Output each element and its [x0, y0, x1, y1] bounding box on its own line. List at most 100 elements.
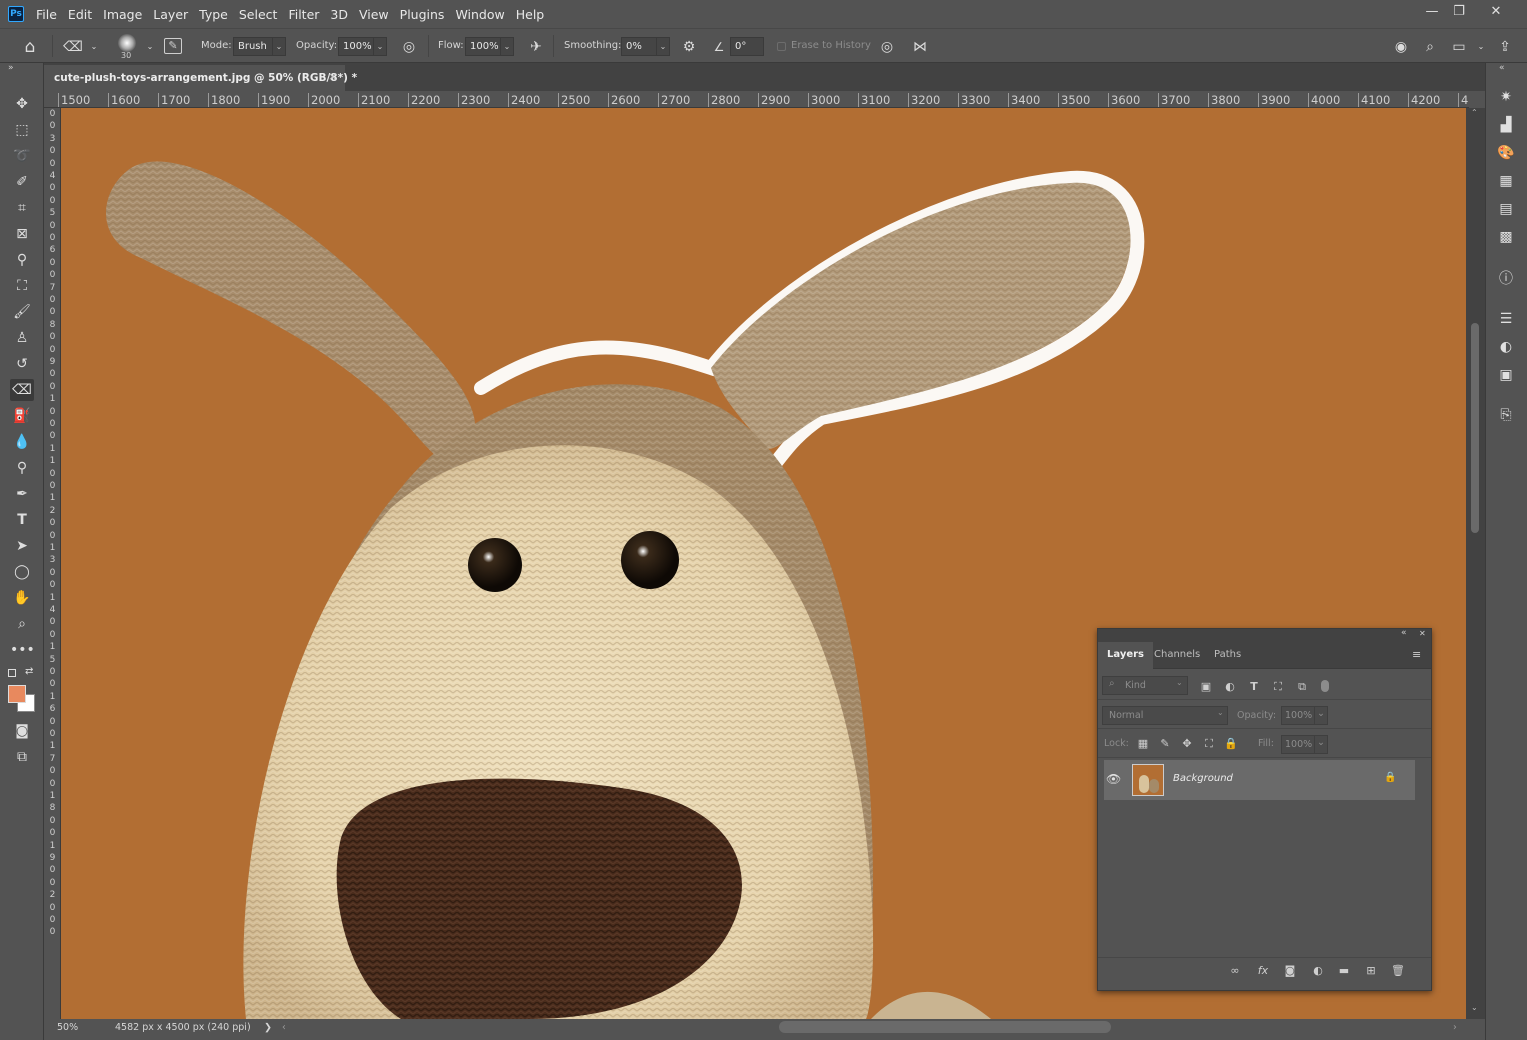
histogram-icon[interactable]: ▟ — [1495, 114, 1517, 136]
chevron-down-icon[interactable]: ⌄ — [84, 37, 104, 57]
maximize-button[interactable]: ❐ — [1444, 0, 1474, 22]
workspace-icon[interactable]: ▭ — [1449, 37, 1469, 57]
crop-tool-icon[interactable]: ⌗ — [10, 197, 34, 219]
minimize-button[interactable]: — — [1417, 0, 1447, 22]
menu-file[interactable]: File — [36, 7, 57, 22]
quick-select-tool-icon[interactable]: ✐ — [10, 171, 34, 193]
lock-image-icon[interactable]: ✎ — [1157, 736, 1173, 752]
history-brush-tool-icon[interactable]: ↺ — [10, 353, 34, 375]
lasso-tool-icon[interactable]: ➰ — [10, 145, 34, 167]
smoothing-input[interactable]: 0% — [621, 37, 657, 56]
scroll-left-icon[interactable]: ‹ — [282, 1022, 286, 1033]
hand-tool-icon[interactable]: ✋ — [10, 587, 34, 609]
history-icon[interactable]: ⎘ — [1495, 404, 1517, 426]
close-panel-icon[interactable]: ✕ — [1419, 629, 1426, 638]
filter-adjustment-icon[interactable]: ◐ — [1222, 679, 1238, 695]
learn-icon[interactable]: ✷ — [1495, 86, 1517, 108]
chevron-down-icon[interactable]: ⌄ — [272, 37, 286, 56]
expand-toolbar-icon[interactable]: » — [8, 63, 14, 73]
menu-view[interactable]: View — [359, 7, 389, 22]
menu-plugins[interactable]: Plugins — [400, 7, 445, 22]
trash-icon[interactable]: 🗑 — [1390, 963, 1406, 979]
menu-select[interactable]: Select — [239, 7, 278, 22]
quick-mask-icon[interactable]: ◙ — [10, 720, 34, 742]
layer-fill-input[interactable]: 100% — [1281, 735, 1315, 754]
chevron-down-icon[interactable]: ⌄ — [1314, 706, 1328, 725]
filter-smart-object-icon[interactable]: ⧉ — [1294, 679, 1310, 695]
fx-icon[interactable]: fx — [1255, 963, 1271, 979]
menu-filter[interactable]: Filter — [288, 7, 319, 22]
opacity-input[interactable]: 100% — [338, 37, 374, 56]
color-icon[interactable]: 🎨 — [1495, 142, 1517, 164]
airbrush-icon[interactable]: ✈ — [526, 37, 546, 57]
lock-transparent-icon[interactable]: ▦ — [1135, 736, 1151, 752]
patterns-icon[interactable]: ▩ — [1495, 226, 1517, 248]
chevron-down-icon[interactable]: ⌄ — [1314, 735, 1328, 754]
foreground-color-swatch[interactable] — [8, 685, 26, 703]
swatches-icon[interactable]: ▦ — [1495, 170, 1517, 192]
scroll-down-icon[interactable]: ⌄ — [1471, 1003, 1478, 1012]
pressure-size-icon[interactable]: ◎ — [877, 37, 897, 57]
layer-name[interactable]: Background — [1173, 773, 1233, 784]
eraser-preset-icon[interactable]: ⌫ — [63, 37, 83, 57]
search-icon[interactable]: ⌕ — [1420, 37, 1440, 57]
menu-3d[interactable]: 3D — [330, 7, 348, 22]
lock-icon[interactable]: 🔒 — [1384, 772, 1396, 783]
eye-icon[interactable]: 👁 — [1106, 772, 1121, 786]
marquee-tool-icon[interactable]: ⬚ — [10, 119, 34, 141]
chevron-down-icon[interactable]: ⌄ — [500, 37, 514, 56]
menu-layer[interactable]: Layer — [153, 7, 188, 22]
eyedropper-tool-icon[interactable]: ⚲ — [10, 249, 34, 271]
new-layer-icon[interactable]: ⊞ — [1363, 963, 1379, 979]
mode-select[interactable]: Brush — [233, 37, 273, 56]
layer-opacity-input[interactable]: 100% — [1281, 706, 1315, 725]
dodge-tool-icon[interactable]: ⚲ — [10, 457, 34, 479]
swap-colors-icon[interactable]: ⇄ — [25, 666, 33, 677]
lock-position-icon[interactable]: ✥ — [1179, 736, 1195, 752]
lock-all-icon[interactable]: 🔒 — [1223, 736, 1239, 752]
zoom-level[interactable]: 50% — [57, 1022, 78, 1033]
erase-history-checkbox[interactable] — [777, 42, 786, 51]
collapse-panel-icon[interactable]: « — [1401, 628, 1407, 638]
more-tools-icon[interactable]: ••• — [10, 639, 35, 661]
collapse-dock-icon[interactable]: « — [1499, 63, 1505, 73]
chevron-down-icon[interactable]: ⌄ — [140, 37, 160, 57]
default-colors-icon[interactable] — [8, 669, 16, 677]
symmetry-icon[interactable]: ⋈ — [910, 37, 930, 57]
gradients-icon[interactable]: ▤ — [1495, 198, 1517, 220]
zoom-tool-icon[interactable]: ⌕ — [10, 613, 34, 635]
libraries-icon[interactable]: ▣ — [1495, 364, 1517, 386]
spot-healing-tool-icon[interactable]: ⛶ — [10, 275, 34, 297]
chevron-down-icon[interactable]: ⌄ — [373, 37, 387, 56]
paint-bucket-tool-icon[interactable]: ⛽ — [10, 405, 34, 427]
path-select-tool-icon[interactable]: ➤ — [10, 535, 34, 557]
menu-image[interactable]: Image — [103, 7, 142, 22]
layers-panel-header[interactable]: « ✕ — [1098, 628, 1431, 642]
close-window-button[interactable]: ✕ — [1481, 0, 1511, 22]
scroll-up-icon[interactable]: ⌃ — [1471, 108, 1478, 117]
chevron-down-icon[interactable]: ⌄ — [656, 37, 670, 56]
properties-icon[interactable]: ☰ — [1495, 308, 1517, 330]
document-tab[interactable]: cute-plush-toys-arrangement.jpg @ 50% (R… — [44, 65, 357, 91]
type-tool-icon[interactable]: T — [10, 509, 34, 531]
panel-menu-icon[interactable]: ≡ — [1412, 648, 1421, 661]
screen-mode-icon[interactable]: ⧉ — [10, 746, 34, 768]
filter-shape-icon[interactable]: ⛶ — [1270, 679, 1286, 695]
adjustment-layer-icon[interactable]: ◐ — [1310, 963, 1326, 979]
ellipse-tool-icon[interactable]: ◯ — [10, 561, 34, 583]
filter-toggle[interactable] — [1321, 680, 1329, 692]
eraser-tool-icon[interactable]: ⌫ — [10, 379, 34, 401]
blur-tool-icon[interactable]: 💧 — [10, 431, 34, 453]
lock-artboard-icon[interactable]: ⛶ — [1201, 736, 1217, 752]
move-tool-icon[interactable]: ✥ — [10, 93, 34, 115]
frame-tool-icon[interactable]: ⊠ — [10, 223, 34, 245]
flow-input[interactable]: 100% — [465, 37, 501, 56]
add-mask-icon[interactable]: ◙ — [1282, 963, 1298, 979]
scroll-right-icon[interactable]: › — [1453, 1022, 1457, 1033]
close-tab-icon[interactable]: × — [328, 71, 337, 83]
menu-type[interactable]: Type — [199, 7, 228, 22]
brush-preview-icon[interactable] — [118, 34, 136, 52]
chevron-down-icon[interactable]: ⌄ — [1471, 37, 1491, 57]
share-icon[interactable]: ⇪ — [1495, 37, 1515, 57]
vertical-scroll-thumb[interactable] — [1471, 323, 1479, 533]
